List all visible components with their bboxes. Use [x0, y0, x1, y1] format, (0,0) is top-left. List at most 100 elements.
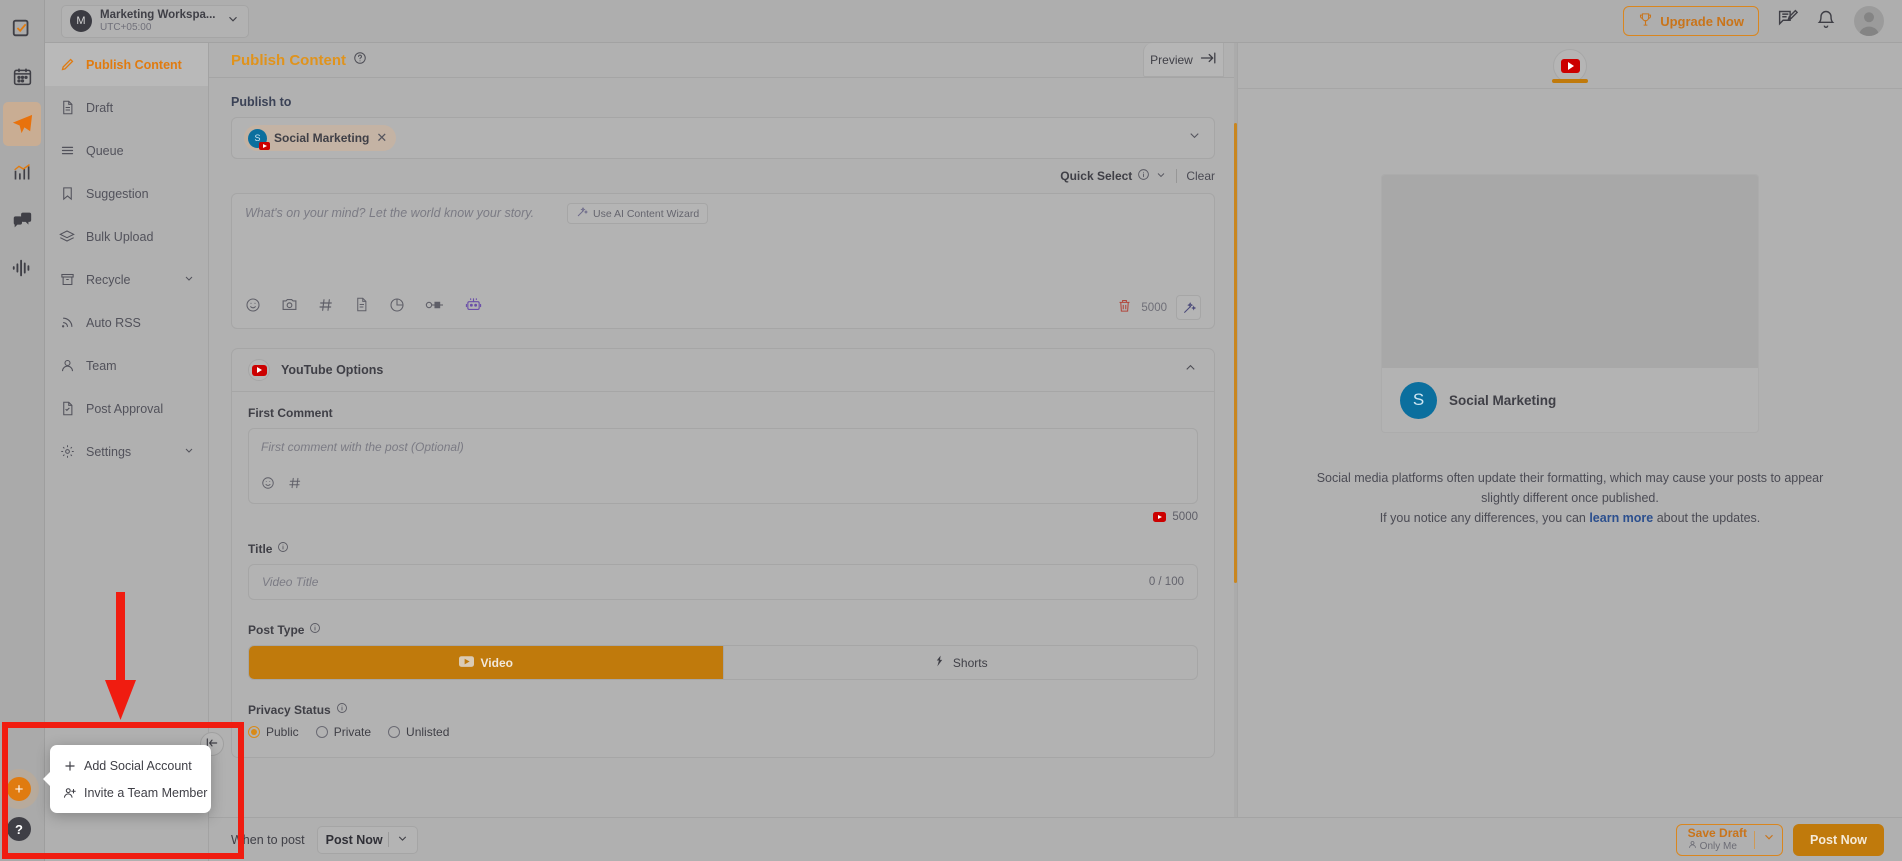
video-title-input[interactable]: Video Title 0 / 100: [248, 564, 1198, 600]
person-icon: [1688, 840, 1697, 852]
sidebar-item-recycle[interactable]: Recycle: [45, 258, 208, 301]
rail-item-publish[interactable]: [3, 102, 41, 146]
privacy-option-public[interactable]: Public: [248, 725, 299, 739]
post-now-button[interactable]: Post Now: [1793, 823, 1884, 856]
bottom-bar-actions: Save Draft Only Me Post Now: [1675, 823, 1884, 856]
privacy-status-label-text: Privacy Status: [248, 702, 331, 717]
trash-icon[interactable]: [1117, 298, 1132, 318]
chip-label: Social Marketing: [274, 131, 370, 145]
post-type-video[interactable]: Video: [249, 646, 723, 679]
content-scroll-thumb[interactable]: [1234, 123, 1237, 583]
preview-tab-youtube[interactable]: [1552, 48, 1588, 83]
chevron-down-icon[interactable]: [183, 272, 195, 287]
ai-content-wizard-button[interactable]: Use AI Content Wizard: [567, 203, 709, 224]
upgrade-now-button[interactable]: Upgrade Now: [1623, 6, 1759, 36]
rail-item-analytics[interactable]: [3, 150, 41, 194]
radio-selected-icon: [248, 726, 260, 738]
emoji-icon[interactable]: [261, 476, 275, 495]
sidebar-item-team[interactable]: Team: [45, 344, 208, 387]
magic-wand-button[interactable]: [1176, 295, 1201, 320]
sidebar-item-post-approval[interactable]: Post Approval: [45, 387, 208, 430]
disclaimer-line-3-before: If you notice any differences, you can: [1379, 510, 1590, 525]
post-type-video-label: Video: [480, 655, 513, 670]
workspace-selector[interactable]: M Marketing Workspa... UTC+05:00: [61, 4, 249, 38]
hashtag-icon[interactable]: [288, 476, 302, 495]
hashtag-icon[interactable]: [318, 297, 334, 318]
preview-toggle-button[interactable]: Preview: [1143, 43, 1224, 77]
first-comment-placeholder: First comment with the post (Optional): [261, 440, 464, 454]
camera-icon[interactable]: [281, 296, 298, 318]
chevron-down-icon[interactable]: [396, 832, 409, 848]
magic-wand-icon: [576, 206, 589, 221]
plus-icon: +: [14, 780, 24, 798]
popup-item-invite-team-member[interactable]: Invite a Team Member: [50, 779, 211, 806]
learn-more-link[interactable]: learn more: [1589, 511, 1653, 525]
rail-item-tasks[interactable]: [3, 6, 41, 50]
youtube-options-card: YouTube Options First Comment First comm…: [231, 348, 1215, 758]
divider: [1754, 830, 1756, 849]
privacy-option-unlisted[interactable]: Unlisted: [388, 725, 449, 739]
editor-placeholder: What's on your mind? Let the world know …: [245, 206, 535, 220]
publish-to-field[interactable]: S Social Marketing ✕: [231, 117, 1215, 159]
account-chip[interactable]: S Social Marketing ✕: [244, 125, 397, 151]
when-to-post-select[interactable]: Post Now: [316, 825, 418, 854]
youtube-options-header[interactable]: YouTube Options: [232, 349, 1214, 392]
post-type-shorts[interactable]: Shorts: [722, 646, 1198, 679]
privacy-option-private[interactable]: Private: [315, 725, 371, 739]
sidebar-item-settings[interactable]: Settings: [45, 430, 208, 473]
sidebar-item-label: Post Approval: [86, 401, 164, 416]
sidebar-item-publish-content[interactable]: Publish Content: [45, 43, 208, 86]
notifications-button[interactable]: [1816, 9, 1836, 34]
document-icon: [59, 100, 75, 116]
sidebar-item-label: Bulk Upload: [86, 229, 154, 244]
post-type-label-text: Post Type: [248, 622, 305, 637]
sidebar-item-bulk-upload[interactable]: Bulk Upload: [45, 215, 208, 258]
sidebar-item-queue[interactable]: Queue: [45, 129, 208, 172]
collapse-right-icon: [1200, 51, 1217, 68]
feedback-button[interactable]: [1777, 8, 1799, 34]
close-icon[interactable]: ✕: [376, 130, 387, 146]
rail-item-listening[interactable]: [3, 246, 41, 290]
info-icon[interactable]: [277, 541, 289, 556]
chevron-down-icon[interactable]: [183, 444, 195, 459]
document-icon[interactable]: [354, 297, 369, 317]
tasks-icon: [11, 17, 33, 39]
chevron-down-icon[interactable]: [1155, 169, 1167, 184]
chevron-down-icon[interactable]: [1187, 128, 1202, 148]
link-icon[interactable]: [425, 298, 445, 317]
youtube-icon: [259, 141, 270, 150]
sidebar-item-suggestion[interactable]: Suggestion: [45, 172, 208, 215]
preview-disclaimer: Social media platforms often update thei…: [1238, 469, 1902, 528]
sidebar-item-draft[interactable]: Draft: [45, 86, 208, 129]
rail-item-inbox[interactable]: [3, 198, 41, 242]
poll-icon[interactable]: [389, 297, 405, 318]
chevron-up-icon[interactable]: [1183, 360, 1198, 380]
rail-item-calendar[interactable]: [3, 54, 41, 98]
clear-button[interactable]: Clear: [1186, 169, 1215, 183]
sidebar-item-auto-rss[interactable]: Auto RSS: [45, 301, 208, 344]
add-account-fab[interactable]: +: [7, 777, 31, 801]
save-draft-button[interactable]: Save Draft Only Me: [1675, 823, 1784, 856]
sidebar-item-label: Suggestion: [86, 186, 149, 201]
quick-select-label: Quick Select: [1060, 169, 1133, 183]
chevron-down-icon[interactable]: [226, 12, 240, 31]
sidebar-item-label: Settings: [86, 444, 132, 459]
info-icon[interactable]: [336, 702, 348, 717]
listening-icon: [11, 257, 33, 279]
popup-item-add-social-account[interactable]: Add Social Account: [50, 752, 211, 779]
post-editor[interactable]: What's on your mind? Let the world know …: [231, 193, 1215, 329]
first-comment-input[interactable]: First comment with the post (Optional): [248, 428, 1198, 504]
privacy-option-label: Public: [266, 725, 299, 739]
info-icon[interactable]: [309, 622, 321, 637]
bell-icon: [1816, 9, 1836, 34]
emoji-icon[interactable]: [245, 297, 261, 318]
avatar[interactable]: [1854, 6, 1884, 36]
help-button[interactable]: ?: [7, 817, 31, 841]
info-icon[interactable]: [1137, 168, 1150, 184]
bookmark-icon: [59, 186, 75, 202]
question-circle-icon[interactable]: [353, 51, 367, 70]
chevron-down-icon[interactable]: [1762, 830, 1776, 849]
preview-avatar: S: [1400, 381, 1437, 419]
quick-select-button[interactable]: Quick Select: [1060, 168, 1167, 184]
robot-icon[interactable]: [465, 296, 482, 318]
